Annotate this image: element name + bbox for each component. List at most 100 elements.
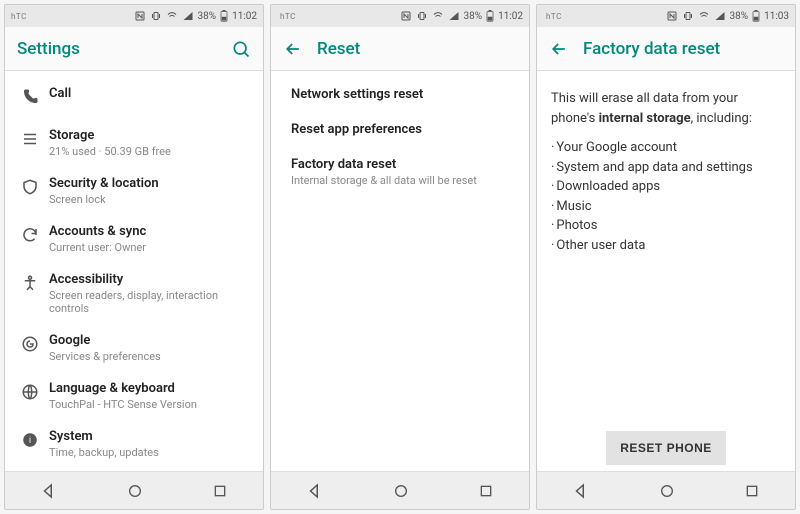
settings-item-accessibility[interactable]: Accessibility Screen readers, display, i…	[5, 263, 263, 324]
settings-item-system[interactable]: i System Time, backup, updates	[5, 420, 263, 468]
settings-item-sub: Time, backup, updates	[49, 446, 251, 459]
erase-item: Other user data	[551, 236, 781, 256]
vibrate-icon	[150, 10, 162, 22]
nav-back-button[interactable]	[306, 482, 324, 500]
status-bar: hTC 38% 11:02	[5, 5, 263, 27]
battery-icon	[220, 10, 228, 22]
settings-item-sub: TouchPal - HTC Sense Version	[49, 398, 251, 411]
settings-item-google[interactable]: Google Services & preferences	[5, 324, 263, 372]
reset-list: Network settings reset Reset app prefere…	[271, 71, 529, 471]
settings-item-label: Call	[49, 86, 251, 101]
page-title: Factory data reset	[583, 39, 720, 59]
sync-icon	[21, 226, 39, 248]
clock: 11:03	[764, 11, 789, 22]
carrier-label: hTC	[11, 12, 27, 21]
nav-recent-button[interactable]	[212, 483, 228, 499]
wifi-icon	[698, 10, 710, 22]
nav-bar	[537, 471, 795, 509]
settings-item-label: Security & location	[49, 176, 251, 191]
nfc-icon	[134, 10, 146, 22]
nfc-icon	[666, 10, 678, 22]
vibrate-icon	[682, 10, 694, 22]
battery-pct: 38%	[730, 11, 749, 22]
search-button[interactable]	[231, 39, 251, 59]
settings-item-label: Accessibility	[49, 272, 251, 287]
screen-reset: hTC 38% 11:02 Reset Network settings res…	[270, 4, 530, 510]
reset-item-factory[interactable]: Factory data reset Internal storage & al…	[271, 147, 529, 197]
header: Settings	[5, 27, 263, 71]
battery-icon	[752, 10, 760, 22]
nav-recent-button[interactable]	[478, 483, 494, 499]
page-title: Reset	[317, 39, 360, 59]
header: Factory data reset	[537, 27, 795, 71]
phone-icon	[21, 88, 39, 110]
nav-back-button[interactable]	[572, 482, 590, 500]
header: Reset	[271, 27, 529, 71]
reset-item-label: Network settings reset	[291, 87, 509, 102]
settings-list: Call Storage 21% used · 50.39 GB free Se…	[5, 71, 263, 471]
language-icon	[21, 383, 39, 405]
settings-item-security[interactable]: Security & location Screen lock	[5, 167, 263, 215]
reset-item-label: Factory data reset	[291, 157, 509, 172]
wifi-icon	[166, 10, 178, 22]
erase-item: Your Google account	[551, 138, 781, 158]
settings-item-language[interactable]: Language & keyboard TouchPal - HTC Sense…	[5, 372, 263, 420]
system-icon: i	[21, 431, 39, 453]
nav-home-button[interactable]	[393, 483, 409, 499]
battery-icon	[486, 10, 494, 22]
battery-pct: 38%	[464, 11, 483, 22]
settings-item-label: Language & keyboard	[49, 381, 251, 396]
settings-item-sub: Screen lock	[49, 193, 251, 206]
back-button[interactable]	[549, 39, 569, 59]
settings-item-accounts[interactable]: Accounts & sync Current user: Owner	[5, 215, 263, 263]
settings-item-sub: Screen readers, display, interaction con…	[49, 289, 251, 315]
settings-item-label: Accounts & sync	[49, 224, 251, 239]
settings-item-label: System	[49, 429, 251, 444]
back-button[interactable]	[283, 39, 303, 59]
clock: 11:02	[498, 11, 523, 22]
reset-phone-button[interactable]: RESET PHONE	[606, 431, 726, 465]
vibrate-icon	[416, 10, 428, 22]
status-bar: hTC 38% 11:03	[537, 5, 795, 27]
reset-item-label: Reset app preferences	[291, 122, 509, 137]
nav-bar	[271, 471, 529, 509]
nav-home-button[interactable]	[659, 483, 675, 499]
nfc-icon	[400, 10, 412, 22]
settings-item-sub: Current user: Owner	[49, 241, 251, 254]
wifi-icon	[432, 10, 444, 22]
storage-icon	[21, 130, 39, 152]
nav-back-button[interactable]	[40, 482, 58, 500]
settings-item-label: Google	[49, 333, 251, 348]
reset-item-network[interactable]: Network settings reset	[271, 77, 529, 112]
google-icon	[21, 335, 39, 357]
accessibility-icon	[21, 274, 39, 296]
erase-item: Downloaded apps	[551, 177, 781, 197]
warning-text: This will erase all data from your phone…	[551, 89, 781, 128]
settings-item-storage[interactable]: Storage 21% used · 50.39 GB free	[5, 119, 263, 167]
signal-icon	[448, 10, 460, 22]
settings-item-label: Storage	[49, 128, 251, 143]
page-title: Settings	[17, 39, 80, 59]
settings-item-sub: 21% used · 50.39 GB free	[49, 145, 251, 158]
clock: 11:02	[232, 11, 257, 22]
signal-icon	[182, 10, 194, 22]
settings-item-call[interactable]: Call	[5, 77, 263, 119]
reset-item-sub: Internal storage & all data will be rese…	[291, 174, 509, 187]
svg-text:i: i	[29, 435, 31, 445]
erase-item: System and app data and settings	[551, 158, 781, 178]
erase-item: Photos	[551, 216, 781, 236]
signal-icon	[714, 10, 726, 22]
status-bar: hTC 38% 11:02	[271, 5, 529, 27]
security-icon	[21, 178, 39, 200]
nav-recent-button[interactable]	[744, 483, 760, 499]
settings-item-sub: Services & preferences	[49, 350, 251, 363]
factory-content: This will erase all data from your phone…	[537, 71, 795, 471]
nav-bar	[5, 471, 263, 509]
nav-home-button[interactable]	[127, 483, 143, 499]
carrier-label: hTC	[280, 12, 296, 21]
erase-list: Your Google account System and app data …	[551, 138, 781, 255]
carrier-label: hTC	[546, 12, 562, 21]
reset-item-apps[interactable]: Reset app preferences	[271, 112, 529, 147]
screen-settings: hTC 38% 11:02 Settings Call Storage 21% …	[4, 4, 264, 510]
screen-factory-reset: hTC 38% 11:03 Factory data reset This wi…	[536, 4, 796, 510]
